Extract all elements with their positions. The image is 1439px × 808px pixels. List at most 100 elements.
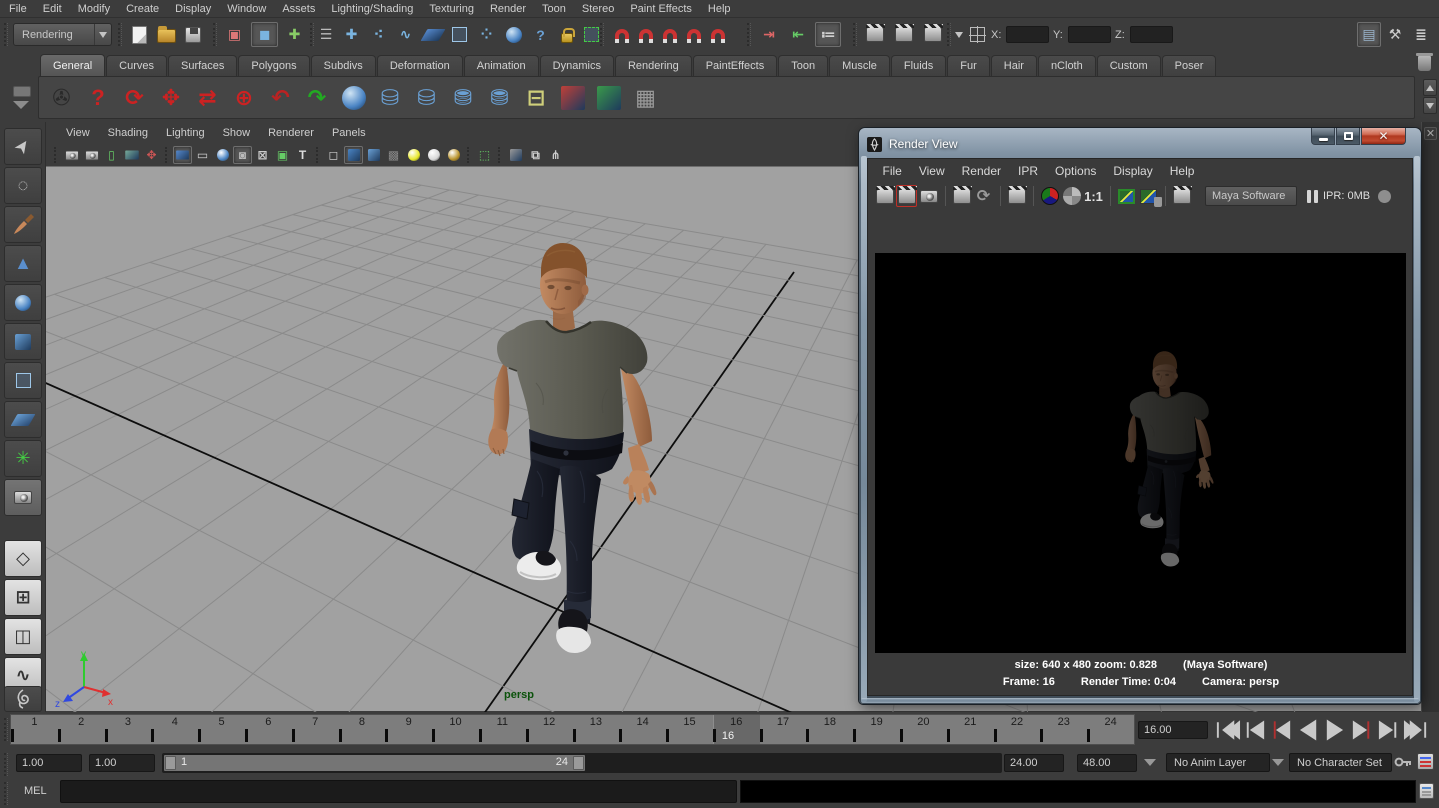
menu-set-selector[interactable]: Rendering	[13, 23, 112, 46]
snap-point-icon[interactable]	[658, 22, 682, 46]
playback-start-field[interactable]: 1.00	[89, 754, 155, 772]
image-plane-icon[interactable]	[122, 146, 141, 164]
time-slider-frame-21[interactable]: 21	[947, 715, 994, 744]
panel-menu-renderer[interactable]: Renderer	[259, 127, 323, 139]
time-slider-frame-22[interactable]: 22	[994, 715, 1041, 744]
step-back-frame-button[interactable]	[1241, 717, 1268, 743]
mask-deformations-icon[interactable]	[448, 23, 471, 46]
step-back-key-button[interactable]	[1268, 717, 1295, 743]
time-slider-frame-10[interactable]: 10	[432, 715, 479, 744]
play-backwards-button[interactable]	[1295, 717, 1322, 743]
mask-misc-icon[interactable]: ?	[529, 23, 552, 46]
highlight-selection-icon[interactable]	[580, 23, 602, 46]
menu-paint-effects[interactable]: Paint Effects	[622, 3, 700, 15]
time-slider-frame-8[interactable]: 8	[339, 715, 386, 744]
panel-menu-lighting[interactable]: Lighting	[157, 127, 214, 139]
time-slider-frame-2[interactable]: 2	[58, 715, 105, 744]
group-divider[interactable]	[118, 23, 122, 46]
auto-keyframe-icon[interactable]	[1394, 756, 1412, 768]
isolate-select-icon[interactable]: ⬚	[475, 146, 494, 164]
snap-curve-icon[interactable]	[634, 22, 658, 46]
select-hierarchy-icon[interactable]: ▣	[221, 22, 248, 47]
menu-help[interactable]: Help	[700, 3, 739, 15]
shelf-tab-curves[interactable]: Curves	[106, 55, 167, 76]
render-view-menu-render[interactable]: Render	[953, 164, 1009, 178]
shelf-tab-surfaces[interactable]: Surfaces	[168, 55, 237, 76]
snapshot-icon[interactable]	[918, 185, 939, 207]
render-current-frame-icon[interactable]	[862, 23, 888, 46]
shelf-selector[interactable]	[13, 86, 33, 109]
step-forward-frame-button[interactable]	[1376, 717, 1403, 743]
time-slider-frame-5[interactable]: 5	[198, 715, 245, 744]
region-render-icon[interactable]	[1006, 185, 1027, 207]
shelf-scroll-up[interactable]	[1423, 79, 1437, 96]
last-tool[interactable]	[4, 479, 42, 516]
menu-lighting-shading[interactable]: Lighting/Shading	[323, 3, 421, 15]
select-component-icon[interactable]: ✚	[281, 22, 308, 47]
time-slider-frame-16[interactable]: 16	[713, 715, 760, 744]
time-slider[interactable]: 1612345678910111213141516171819202122232…	[10, 714, 1135, 745]
mask-dynamics-icon[interactable]: ⁘	[475, 23, 498, 46]
panel-menu-panels[interactable]: Panels	[323, 127, 375, 139]
maximize-button[interactable]	[1336, 128, 1360, 145]
camera-track-icon[interactable]: ✥	[155, 81, 188, 114]
construction-history-icon[interactable]: ≔	[815, 22, 841, 47]
rangeslider-collapser[interactable]	[4, 753, 8, 776]
selection-mask-menu-icon[interactable]: ☰	[316, 23, 336, 46]
camera-dolly-icon[interactable]: ⇄	[191, 81, 224, 114]
use-lights-icon[interactable]: ▩	[384, 146, 403, 164]
menu-assets[interactable]: Assets	[274, 3, 323, 15]
mask-curves-icon[interactable]: ∿	[394, 23, 417, 46]
manipulator-menu-icon[interactable]	[952, 23, 966, 46]
camera-zoom-icon[interactable]: ⊕	[228, 81, 261, 114]
group-divider[interactable]	[310, 23, 314, 46]
rubik-icon[interactable]: ▦	[629, 81, 662, 114]
rendered-image[interactable]	[875, 253, 1406, 653]
menu-texturing[interactable]: Texturing	[421, 3, 482, 15]
time-slider-frame-13[interactable]: 13	[573, 715, 620, 744]
time-slider-frame-15[interactable]: 15	[666, 715, 713, 744]
command-input-field[interactable]	[60, 780, 737, 803]
animation-start-field[interactable]: 1.00	[16, 754, 82, 772]
render-view-menu-view[interactable]: View	[910, 164, 953, 178]
hypergraph-icon[interactable]: ⊟	[520, 81, 553, 114]
range-slider-bar[interactable]: 1 24	[164, 755, 585, 771]
menu-modify[interactable]: Modify	[70, 3, 118, 15]
sphere-delete-icon[interactable]	[337, 81, 370, 114]
render-view-window[interactable]: Render View ✕ FileViewRenderIPROptionsDi…	[859, 128, 1421, 704]
panel-menu-shading[interactable]: Shading	[99, 127, 157, 139]
snap-grid-icon[interactable]	[610, 22, 634, 46]
select-camera-icon[interactable]	[62, 146, 81, 164]
mask-surfaces-icon[interactable]	[421, 23, 444, 46]
xray-joints-icon[interactable]: ⧉	[526, 146, 545, 164]
lasso-tool[interactable]: ◌	[4, 167, 42, 204]
field-chart-icon[interactable]: ⊠	[253, 146, 272, 164]
stop-render-icon[interactable]	[1378, 190, 1391, 203]
select-tool[interactable]: ➤	[4, 128, 42, 165]
time-slider-frame-18[interactable]: 18	[806, 715, 853, 744]
soft-mod-tool[interactable]	[4, 401, 42, 438]
time-slider-frame-17[interactable]: 17	[760, 715, 807, 744]
menu-render[interactable]: Render	[482, 3, 534, 15]
shelf-tab-muscle[interactable]: Muscle	[829, 55, 890, 76]
group-divider[interactable]	[747, 23, 751, 46]
time-slider-frame-6[interactable]: 6	[245, 715, 292, 744]
menu-file[interactable]: File	[9, 3, 35, 15]
go-to-start-button[interactable]	[1214, 717, 1241, 743]
universal-manip-tool[interactable]	[4, 362, 42, 399]
shelf-tab-toon[interactable]: Toon	[778, 55, 828, 76]
mask-joints-icon[interactable]: ⁖	[367, 23, 390, 46]
shelf-tab-polygons[interactable]: Polygons	[238, 55, 309, 76]
ipr-render-icon[interactable]	[951, 185, 972, 207]
snap-plane-icon[interactable]	[682, 22, 706, 46]
play-forwards-button[interactable]	[1322, 717, 1349, 743]
go-to-end-button[interactable]	[1403, 717, 1430, 743]
set-c-icon[interactable]: ⛃	[447, 81, 480, 114]
group-divider[interactable]	[947, 23, 951, 46]
scale-tool[interactable]	[4, 323, 42, 360]
layout-four[interactable]: ⊞	[4, 579, 42, 616]
safe-title-icon[interactable]: T	[293, 146, 312, 164]
time-slider-frame-20[interactable]: 20	[900, 715, 947, 744]
shelf-trash-icon[interactable]	[1418, 56, 1434, 74]
render-view-menu-display[interactable]: Display	[1105, 164, 1161, 178]
